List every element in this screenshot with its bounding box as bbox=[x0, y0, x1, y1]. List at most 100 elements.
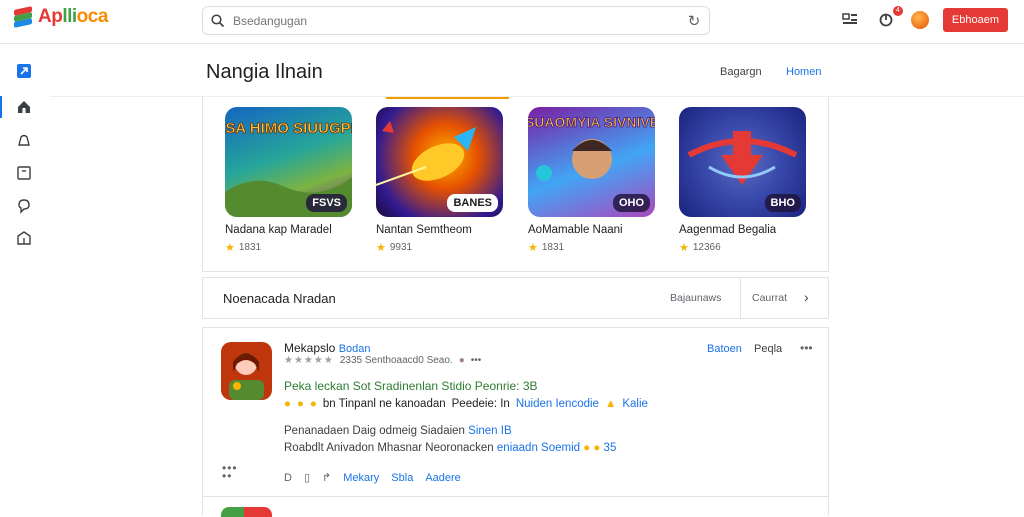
chat-icon bbox=[18, 199, 30, 214]
app-name: Apllioca bbox=[38, 6, 108, 27]
refresh-icon[interactable]: ↻ bbox=[679, 12, 709, 30]
review-headline: Peka leckan Sot Sradinenlan Stidio Peonr… bbox=[284, 379, 538, 393]
share-icon[interactable]: ↱ bbox=[322, 471, 331, 484]
header-link-primary[interactable]: Bagargn bbox=[720, 66, 762, 78]
review-link[interactable]: eniaadn Soemid bbox=[497, 442, 580, 454]
card-rating: ★ 9931 bbox=[376, 241, 506, 254]
app-card[interactable]: AEABASA HIMO SIUUGPBBUAS FSVS Nadana kap… bbox=[225, 107, 355, 254]
star-icon: ★ bbox=[528, 242, 538, 254]
review-text: bn Tinpanl ne kanoadan bbox=[322, 398, 446, 410]
report-button[interactable]: Peqla bbox=[754, 343, 782, 355]
card-rating: ★ 12366 bbox=[679, 241, 809, 254]
app-card-thumbnail: AEABASA HIMO SIUUGPBBUAS FSVS bbox=[225, 107, 352, 217]
card-badge: BHO bbox=[764, 194, 801, 212]
reviewer-name[interactable]: Mekapslo Bodan bbox=[284, 341, 371, 355]
app-card[interactable]: SUAOMYIA SIVNIVE OHO AoMamable Naani ★ 18… bbox=[528, 107, 658, 254]
card-rating: ★ 1831 bbox=[225, 241, 355, 254]
card-title: Nantan Semtheom bbox=[376, 224, 472, 236]
review-body-line: ● ● ● bn Tinpanl ne kanoadan Peedeie: In… bbox=[284, 398, 648, 410]
card-badge: FSVS bbox=[306, 194, 347, 212]
primary-action-button[interactable]: Ebhoaem bbox=[942, 8, 1008, 32]
store-icon bbox=[17, 231, 31, 245]
app-store-icon bbox=[17, 64, 31, 78]
footer-link[interactable]: Aadere bbox=[425, 472, 460, 484]
review-link[interactable]: Kalie bbox=[622, 398, 648, 410]
review-card: Mekapslo Bodan ★★★★★ 2335 Senthoaacd0 Se… bbox=[202, 327, 829, 497]
review-body-line: Roabdlt Anivadon Mhasnar Neoronacken eni… bbox=[284, 442, 617, 454]
sidebar-item-library[interactable] bbox=[14, 163, 34, 183]
emoji-icon: ● bbox=[309, 398, 317, 410]
sidebar-item-messages[interactable] bbox=[14, 196, 34, 216]
review-card bbox=[202, 496, 829, 517]
app-card[interactable]: BHO Aagenmad Begalia ★ 12366 bbox=[679, 107, 809, 254]
sidebar-item-store[interactable] bbox=[14, 228, 34, 248]
avatar[interactable] bbox=[910, 11, 929, 29]
sidebar-item-notifications[interactable] bbox=[14, 131, 34, 151]
app-card-thumbnail: BANES bbox=[376, 107, 503, 217]
sidebar-item-home[interactable] bbox=[14, 61, 34, 81]
library-icon bbox=[17, 166, 31, 180]
footer-link[interactable]: Mekary bbox=[343, 472, 379, 484]
card-badge: OHO bbox=[612, 194, 650, 212]
emoji-icon: ● bbox=[458, 355, 465, 366]
card-badge: BANES bbox=[447, 194, 498, 212]
top-actions: 4 Ebhoaem bbox=[839, 6, 1008, 32]
emoji-icon: ● bbox=[296, 398, 304, 410]
emoji-icon: ● bbox=[593, 442, 601, 454]
home-icon bbox=[18, 101, 30, 113]
section-title: Noenacada Nradan bbox=[223, 291, 336, 306]
bell-icon bbox=[18, 134, 30, 146]
card-title: Aagenmad Begalia bbox=[679, 224, 777, 236]
app-card-thumbnail: SUAOMYIA SIVNIVE OHO bbox=[528, 107, 655, 217]
review-link[interactable]: Nuiden Iencodie bbox=[516, 398, 599, 410]
reviewer-avatar[interactable] bbox=[221, 342, 272, 400]
chevron-right-icon[interactable]: › bbox=[804, 289, 809, 305]
review-text: Peedeie: In bbox=[451, 398, 510, 410]
see-more-link[interactable]: Caurrat bbox=[752, 292, 787, 304]
sort-button[interactable]: Bajaunaws bbox=[670, 292, 721, 304]
page-title: Nangia Ilnain bbox=[206, 61, 323, 83]
card-title: AoMamable Naani bbox=[528, 224, 623, 236]
search-icon bbox=[203, 13, 233, 28]
rating-value: 1831 bbox=[541, 242, 565, 253]
card-rating: ★ 1831 bbox=[528, 241, 658, 254]
rating-value: 1831 bbox=[238, 242, 262, 253]
page-header: Nangia Ilnain Bagargn Homen bbox=[50, 45, 1024, 97]
emoji-icon: ● bbox=[583, 442, 591, 454]
footer-link[interactable]: Sbla bbox=[391, 472, 413, 484]
review-date: 2335 Senthoaacd0 Seao. bbox=[339, 355, 453, 366]
emoji-icon: ● bbox=[284, 398, 291, 410]
star-rating: ★★★★★ bbox=[284, 355, 334, 366]
divider bbox=[740, 278, 741, 318]
sidebar-item-games[interactable] bbox=[14, 97, 34, 117]
like-count: D bbox=[284, 471, 292, 484]
star-icon: ★ bbox=[376, 242, 386, 254]
featured-apps-panel: AEABASA HIMO SIUUGPBBUAS FSVS Nadana kap… bbox=[202, 97, 829, 272]
notifications-icon[interactable]: 4 bbox=[875, 6, 903, 31]
app-card[interactable]: BANES Nantan Semtheom ★ 9931 bbox=[376, 107, 506, 254]
card-art-text: AEABASA HIMO SIUUGPBBUAS bbox=[225, 120, 352, 137]
active-tab-underline bbox=[386, 97, 509, 99]
grid-dots-icon[interactable]: ••• •• bbox=[222, 462, 238, 482]
more-options-icon[interactable]: ••• bbox=[800, 341, 813, 355]
review-footer: D ▯ ↱ Mekary Sbla Aadere bbox=[284, 471, 461, 485]
app-logo[interactable]: Apllioca bbox=[12, 6, 108, 28]
rating-value: 12366 bbox=[692, 242, 721, 253]
section-header: Noenacada Nradan Bajaunaws Caurrat › bbox=[202, 277, 829, 319]
star-icon: ★ bbox=[225, 242, 235, 254]
app-card-thumbnail: BHO bbox=[679, 107, 806, 217]
top-bar: Apllioca ↻ 4 Ebhoaem bbox=[0, 0, 1024, 44]
reply-button[interactable]: Batoen bbox=[707, 343, 742, 355]
review-meta: ★★★★★ 2335 Senthoaacd0 Seao. ● ••• bbox=[284, 355, 481, 366]
bookmark-icon[interactable]: ▯ bbox=[304, 471, 310, 484]
header-link-secondary[interactable]: Homen bbox=[786, 66, 821, 78]
more-icon[interactable]: ••• bbox=[471, 355, 482, 366]
reviewer-avatar[interactable] bbox=[221, 507, 272, 517]
review-link[interactable]: Sinen IB bbox=[468, 425, 511, 437]
search-input[interactable] bbox=[233, 13, 679, 28]
apps-icon[interactable] bbox=[839, 9, 861, 31]
notification-badge: 4 bbox=[893, 6, 903, 16]
card-title: Nadana kap Maradel bbox=[225, 224, 332, 236]
card-art-text: SUAOMYIA SIVNIVE bbox=[528, 114, 655, 130]
search-bar[interactable]: ↻ bbox=[202, 6, 710, 35]
